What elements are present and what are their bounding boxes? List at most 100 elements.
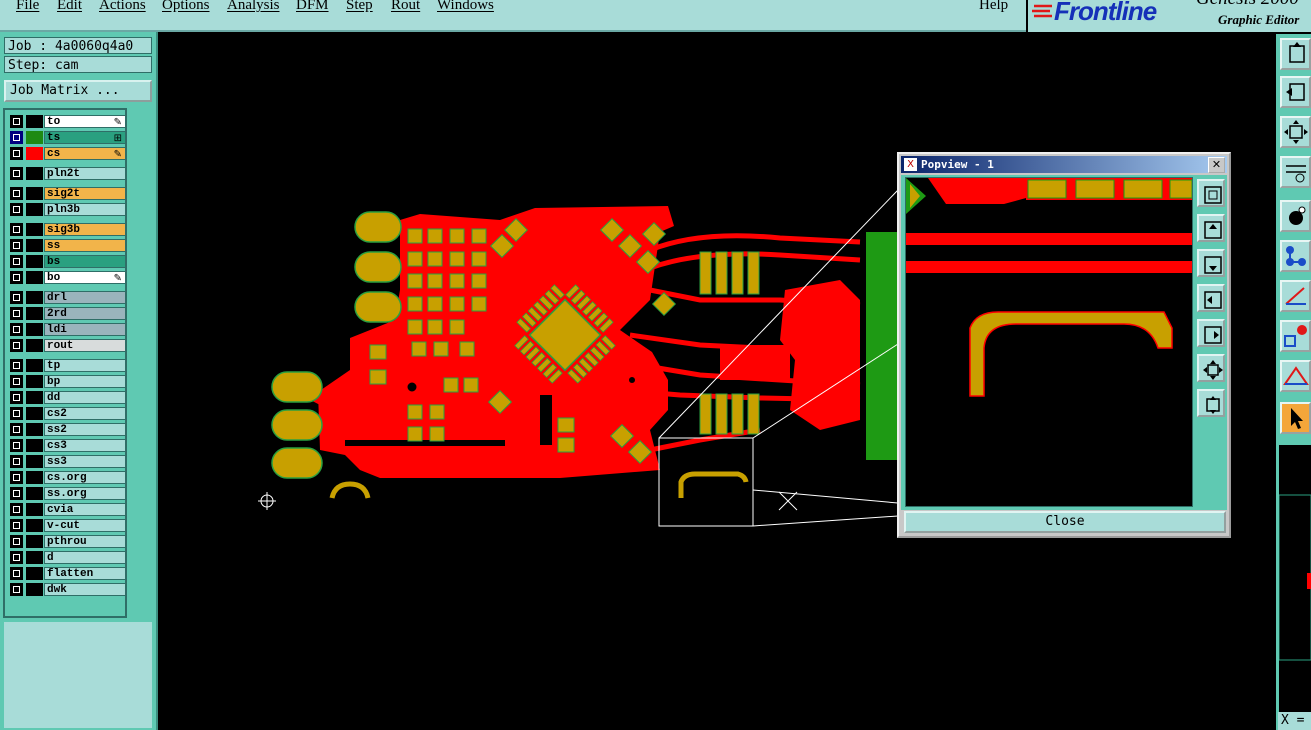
layer-checkbox[interactable] xyxy=(10,551,23,564)
net-icon[interactable] xyxy=(1280,240,1311,272)
layer-checkbox[interactable] xyxy=(10,375,23,388)
layer-row[interactable]: dd xyxy=(8,390,126,405)
layer-row[interactable]: cs ✎ xyxy=(8,146,126,161)
layer-name[interactable]: bo ✎ xyxy=(44,271,126,284)
layer-color-swatch[interactable] xyxy=(26,551,43,564)
layer-row[interactable]: ss.org xyxy=(8,486,126,501)
popview-close-button[interactable]: Close xyxy=(904,511,1226,533)
menu-dfm[interactable]: DFM xyxy=(296,0,329,14)
pan-right-icon[interactable] xyxy=(1197,319,1225,347)
layer-color-swatch[interactable] xyxy=(26,271,43,284)
layer-name[interactable]: ss.org xyxy=(44,487,126,500)
layer-checkbox[interactable] xyxy=(10,487,23,500)
pan-up-icon[interactable] xyxy=(1197,214,1225,242)
layer-checkbox[interactable] xyxy=(10,503,23,516)
layer-checkbox[interactable] xyxy=(10,147,23,160)
layer-checkbox[interactable] xyxy=(10,203,23,216)
pan-left-icon[interactable] xyxy=(1197,284,1225,312)
layer-row[interactable]: ts ⊞ xyxy=(8,130,126,145)
menu-windows[interactable]: Windows xyxy=(437,0,494,14)
layer-checkbox[interactable] xyxy=(10,583,23,596)
layer-name[interactable]: pthrou xyxy=(44,535,126,548)
layer-color-swatch[interactable] xyxy=(26,439,43,452)
layer-name[interactable]: flatten xyxy=(44,567,126,580)
zoom-in-icon[interactable] xyxy=(1197,179,1225,207)
layer-name[interactable]: ts ⊞ xyxy=(44,131,126,144)
layer-color-swatch[interactable] xyxy=(26,519,43,532)
layer-row[interactable]: bp xyxy=(8,374,126,389)
layer-row[interactable]: to ✎ xyxy=(8,114,126,129)
layer-name[interactable]: bs xyxy=(44,255,126,268)
layer-row[interactable]: sig3b xyxy=(8,222,126,237)
layer-row[interactable]: ss2 xyxy=(8,422,126,437)
layer-checkbox[interactable] xyxy=(10,167,23,180)
pan-down-icon[interactable] xyxy=(1197,249,1225,277)
layer-name[interactable]: cs ✎ xyxy=(44,147,126,160)
layer-color-swatch[interactable] xyxy=(26,167,43,180)
layer-name[interactable]: dd xyxy=(44,391,126,404)
layer-row[interactable]: cs2 xyxy=(8,406,126,421)
pointer-icon[interactable] xyxy=(1280,402,1311,434)
layer-color-swatch[interactable] xyxy=(26,567,43,580)
layer-color-swatch[interactable] xyxy=(26,471,43,484)
layer-row[interactable]: cvia xyxy=(8,502,126,517)
layer-color-swatch[interactable] xyxy=(26,147,43,160)
layer-color-swatch[interactable] xyxy=(26,291,43,304)
menu-file[interactable]: File xyxy=(16,0,39,14)
layer-checkbox[interactable] xyxy=(10,255,23,268)
popview-canvas[interactable] xyxy=(905,177,1193,507)
measure-icon[interactable] xyxy=(1280,280,1311,312)
layer-row[interactable]: cs.org xyxy=(8,470,126,485)
layer-checkbox[interactable] xyxy=(10,423,23,436)
layer-row[interactable]: pln2t xyxy=(8,166,126,181)
layer-color-swatch[interactable] xyxy=(26,203,43,216)
layer-color-swatch[interactable] xyxy=(26,131,43,144)
layer-name[interactable]: cvia xyxy=(44,503,126,516)
menu-step[interactable]: Step xyxy=(346,0,373,14)
layer-color-swatch[interactable] xyxy=(26,583,43,596)
layer-name[interactable]: cs2 xyxy=(44,407,126,420)
layer-checkbox[interactable] xyxy=(10,339,23,352)
menu-help[interactable]: Help xyxy=(979,0,1008,14)
layer-row[interactable]: ss xyxy=(8,238,126,253)
close-icon[interactable]: ✕ xyxy=(1208,157,1225,173)
layer-color-swatch[interactable] xyxy=(26,187,43,200)
layer-name[interactable]: pln3b xyxy=(44,203,126,216)
layer-color-swatch[interactable] xyxy=(26,423,43,436)
layer-name[interactable]: cs3 xyxy=(44,439,126,452)
layer-color-swatch[interactable] xyxy=(26,255,43,268)
fit-view-icon[interactable] xyxy=(1280,116,1311,148)
layer-checkbox[interactable] xyxy=(10,359,23,372)
layer-row[interactable]: 2rd xyxy=(8,306,126,321)
layer-checkbox[interactable] xyxy=(10,307,23,320)
layer-color-swatch[interactable] xyxy=(26,535,43,548)
layer-name[interactable]: ss3 xyxy=(44,455,126,468)
menu-actions[interactable]: Actions xyxy=(99,0,146,14)
job-matrix-button[interactable]: Job Matrix ... xyxy=(4,80,152,102)
layer-name[interactable]: to ✎ xyxy=(44,115,126,128)
zoom-out-icon[interactable] xyxy=(1197,389,1225,417)
layer-row[interactable]: sig2t xyxy=(8,186,126,201)
layer-color-swatch[interactable] xyxy=(26,359,43,372)
menu-rout[interactable]: Rout xyxy=(391,0,420,14)
layer-row[interactable]: drl xyxy=(8,290,126,305)
layer-color-swatch[interactable] xyxy=(26,487,43,500)
layer-row[interactable]: rout xyxy=(8,338,126,353)
layer-color-swatch[interactable] xyxy=(26,455,43,468)
layer-color-swatch[interactable] xyxy=(26,503,43,516)
layer-name[interactable]: ss xyxy=(44,239,126,252)
layer-name[interactable]: dwk xyxy=(44,583,126,596)
layer-name[interactable]: d xyxy=(44,551,126,564)
layer-checkbox[interactable] xyxy=(10,535,23,548)
layer-name[interactable]: rout xyxy=(44,339,126,352)
layer-name[interactable]: bp xyxy=(44,375,126,388)
layer-color-swatch[interactable] xyxy=(26,323,43,336)
layer-name[interactable]: sig3b xyxy=(44,223,126,236)
menu-edit[interactable]: Edit xyxy=(57,0,82,14)
layer-checkbox[interactable] xyxy=(10,391,23,404)
layer-name[interactable]: 2rd xyxy=(44,307,126,320)
layer-checkbox[interactable] xyxy=(10,271,23,284)
layer-row[interactable]: dwk xyxy=(8,582,126,597)
layer-color-swatch[interactable] xyxy=(26,375,43,388)
layer-color-swatch[interactable] xyxy=(26,223,43,236)
